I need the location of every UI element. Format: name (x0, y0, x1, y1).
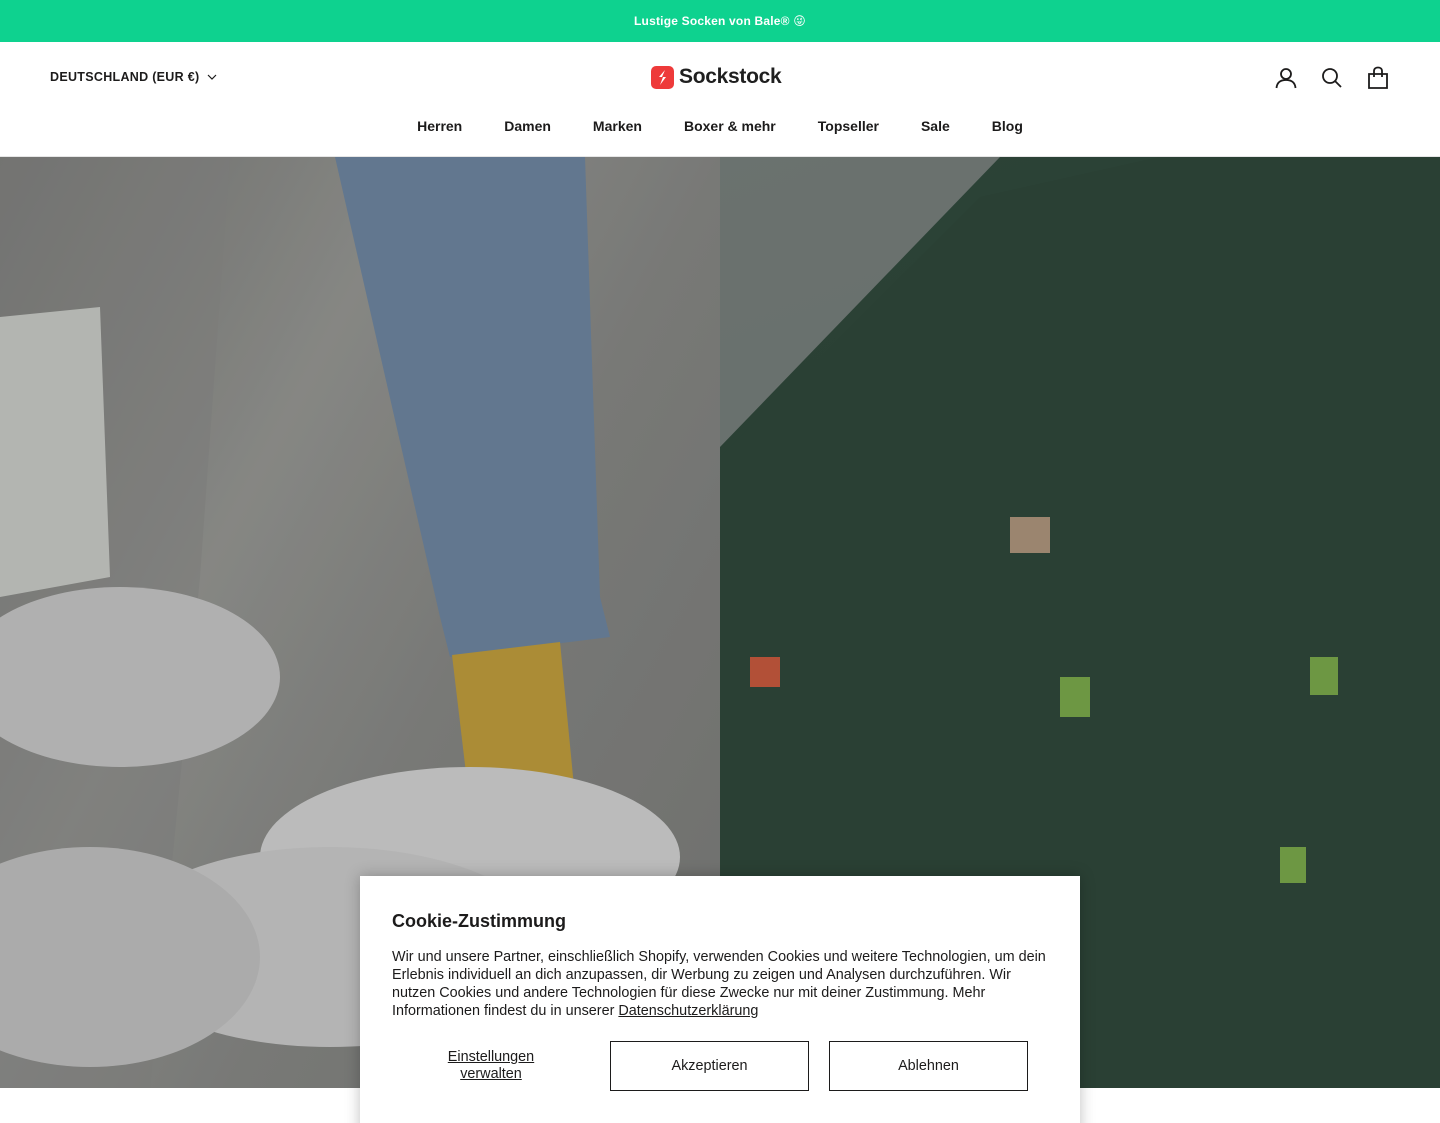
manage-settings-link[interactable]: Einstellungen verwalten (392, 1041, 590, 1091)
cart-icon[interactable] (1366, 66, 1390, 90)
cookie-title: Cookie-Zustimmung (392, 911, 566, 931)
nav-item-herren[interactable]: Herren (417, 118, 462, 138)
search-icon[interactable] (1320, 66, 1344, 90)
main-nav: Herren Damen Marken Boxer & mehr Topsell… (0, 118, 1440, 138)
nav-item-damen[interactable]: Damen (504, 118, 551, 138)
privacy-link[interactable]: Datenschutzerklärung (618, 1003, 758, 1019)
announcement-bar: Lustige Socken von Bale® 😜 (0, 0, 1440, 42)
cookie-consent-dialog: Cookie-Zustimmung Wir und unsere Partner… (360, 876, 1080, 1123)
logo-icon (651, 65, 674, 89)
site-header: DEUTSCHLAND (EUR €) Sockstock Herren Dam… (0, 42, 1440, 157)
account-icon[interactable] (1274, 66, 1298, 90)
chevron-down-icon (208, 74, 217, 80)
logo[interactable]: Sockstock (651, 64, 782, 90)
decline-button[interactable]: Ablehnen (829, 1041, 1028, 1091)
cookie-actions: Einstellungen verwalten Akzeptieren Ableh… (392, 1041, 1028, 1091)
nav-item-boxer[interactable]: Boxer & mehr (684, 118, 776, 138)
cookie-body: Wir und unsere Partner, einschließlich S… (392, 948, 1052, 1020)
manage-settings-line1: Einstellungen (447, 1049, 535, 1065)
country-selector-label: DEUTSCHLAND (EUR €) (50, 70, 200, 84)
nav-item-topseller[interactable]: Topseller (818, 118, 879, 138)
nav-item-marken[interactable]: Marken (593, 118, 642, 138)
manage-settings-line2: verwalten (460, 1066, 522, 1082)
announcement-text: Lustige Socken von Bale® 😜 (634, 14, 806, 28)
country-selector[interactable]: DEUTSCHLAND (EUR €) (50, 69, 217, 85)
nav-item-blog[interactable]: Blog (992, 118, 1023, 138)
nav-item-sale[interactable]: Sale (921, 118, 950, 138)
accept-button[interactable]: Akzeptieren (610, 1041, 809, 1091)
header-icons (1274, 64, 1390, 92)
logo-text: Sockstock (679, 65, 782, 88)
